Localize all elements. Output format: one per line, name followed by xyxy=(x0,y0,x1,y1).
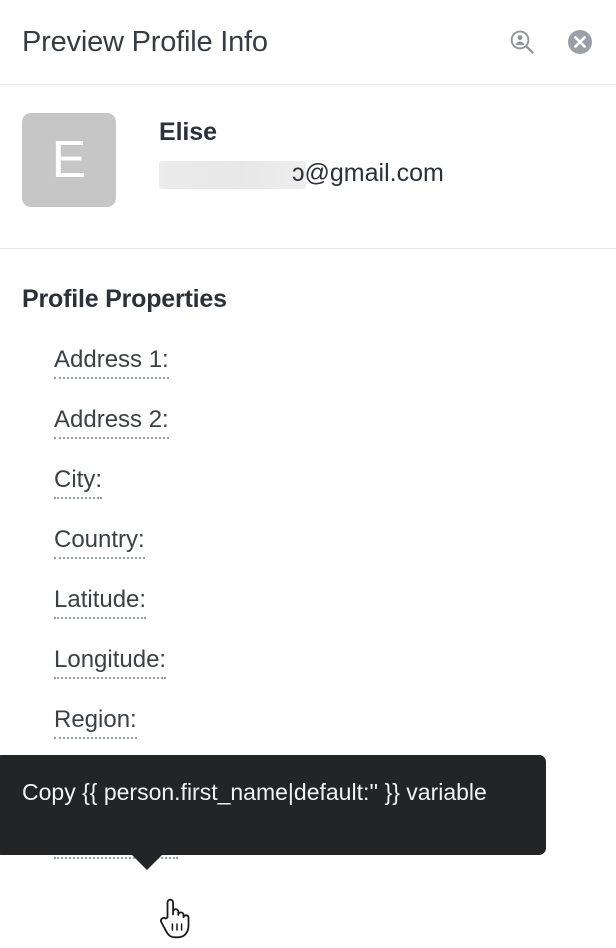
pointer-hand-cursor xyxy=(157,896,191,940)
list-item[interactable]: Address 2: xyxy=(22,407,594,467)
tooltip-text: Copy {{ person.first_name|default:'' }} … xyxy=(22,779,487,805)
list-item[interactable]: Country: xyxy=(22,527,594,587)
panel-header: Preview Profile Info xyxy=(0,0,616,85)
list-item[interactable]: Longitude: xyxy=(22,647,594,707)
property-label[interactable]: Address 1: xyxy=(54,347,169,380)
property-label[interactable]: Region: xyxy=(54,707,137,740)
property-label[interactable]: Address 2: xyxy=(54,407,169,440)
tooltip-arrow xyxy=(131,854,163,870)
list-item[interactable]: Address 1: xyxy=(22,347,594,407)
header-actions xyxy=(508,28,594,56)
page-title: Preview Profile Info xyxy=(22,25,268,58)
list-item[interactable]: City: xyxy=(22,467,594,527)
profile-email-visible: ɔ@gmail.com xyxy=(292,158,444,187)
property-label[interactable]: Latitude: xyxy=(54,587,147,620)
list-item[interactable]: Latitude: xyxy=(22,587,594,647)
profile-email: ɔ@gmail.com xyxy=(159,158,444,189)
profile-identity: Elise ɔ@gmail.com xyxy=(159,113,444,189)
property-label[interactable]: Longitude: xyxy=(54,647,167,680)
profile-summary: E Elise ɔ@gmail.com xyxy=(0,85,616,249)
preview-profile-info-panel: Preview Profile Info E Elise ɔ@gmail.com… xyxy=(0,0,616,948)
property-label[interactable]: City: xyxy=(54,467,102,500)
copy-variable-tooltip: Copy {{ person.first_name|default:'' }} … xyxy=(0,755,546,870)
avatar: E xyxy=(22,113,116,207)
property-label[interactable]: Country: xyxy=(54,527,145,560)
search-person-icon[interactable] xyxy=(508,28,536,56)
profile-name: Elise xyxy=(159,118,217,146)
profile-properties-title: Profile Properties xyxy=(22,285,227,313)
close-icon[interactable] xyxy=(566,28,594,56)
